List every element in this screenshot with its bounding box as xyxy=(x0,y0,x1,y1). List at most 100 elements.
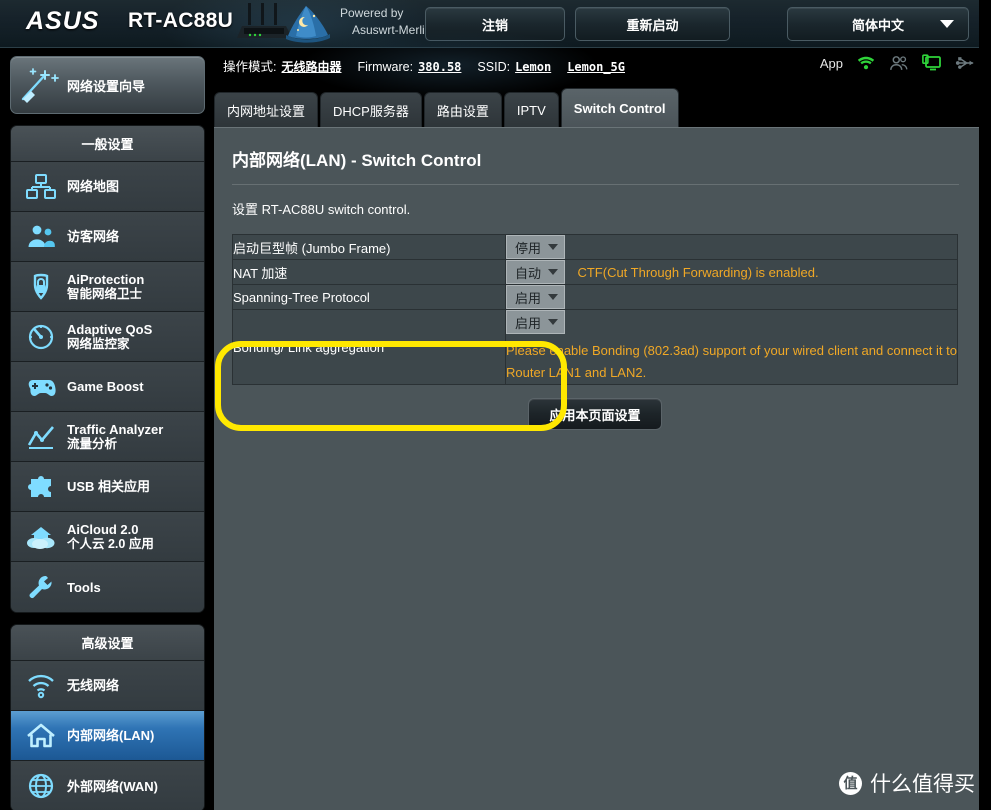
magic-wand-icon xyxy=(21,68,59,103)
apply-button[interactable]: 应用本页面设置 xyxy=(528,398,662,430)
sidebar-item-label: 外部网络(WAN) xyxy=(67,778,158,794)
sidebar-item-aicloud[interactable]: AiCloud 2.0 个人云 2.0 应用 xyxy=(11,512,204,562)
sidebar-item-network-map[interactable]: 网络地图 xyxy=(11,162,204,212)
operation-mode-label: 操作模式: xyxy=(223,60,277,74)
sidebar-item-label: 网络地图 xyxy=(67,179,120,194)
speedometer-icon xyxy=(21,320,61,354)
app-label[interactable]: App xyxy=(820,56,843,71)
firmware-version[interactable]: 380.58 xyxy=(418,60,461,74)
main-content: 内网地址设置 DHCP服务器 路由设置 IPTV Switch Control … xyxy=(214,83,979,810)
select-value: 停用 xyxy=(515,240,542,256)
bonding-select[interactable]: 启用 xyxy=(506,310,566,334)
sidebar-item-label-main: Traffic Analyzer xyxy=(67,421,164,437)
table-row-jumbo-frame: 启动巨型帧 (Jumbo Frame) 停用 xyxy=(232,234,958,260)
page-title: 内部网络(LAN) - Switch Control xyxy=(232,146,959,185)
chevron-down-icon xyxy=(940,20,954,28)
sidebar-item-label: Adaptive QoS 网络监控家 xyxy=(67,322,152,352)
select-value: 启用 xyxy=(515,290,542,306)
row-value: 启用 Please enable Bonding (802.3ad) suppo… xyxy=(506,310,958,385)
row-label: 启动巨型帧 (Jumbo Frame) xyxy=(232,234,506,260)
sidebar-group-general: 一般设置 网络地图 访客网络 AiProtection 智能网络卫士 Adapt… xyxy=(10,125,205,613)
sidebar-item-label-sub: 个人云 2.0 应用 xyxy=(67,536,154,551)
nat-acceleration-select[interactable]: 自动 xyxy=(506,260,566,284)
chevron-down-icon xyxy=(548,269,559,275)
usb-icon[interactable] xyxy=(955,54,975,72)
network-map-icon xyxy=(21,170,61,204)
watermark: 值 什么值得买 xyxy=(839,768,975,798)
sidebar-item-label-main: Adaptive QoS xyxy=(67,321,153,337)
router-admin-page: ASUS RT-AC88U Powered by As xyxy=(0,0,991,810)
spanning-tree-select[interactable]: 启用 xyxy=(506,285,566,309)
row-label: NAT 加速 xyxy=(232,259,506,285)
sidebar-item-network-wizard[interactable]: 网络设置向导 xyxy=(10,56,205,114)
cloud-home-icon xyxy=(21,520,61,554)
sidebar-group-advanced-header: 高级设置 xyxy=(11,625,204,661)
sidebar-item-lan[interactable]: 内部网络(LAN) xyxy=(11,711,204,761)
left-edge-mask xyxy=(0,48,10,810)
watermark-badge: 值 xyxy=(839,771,862,795)
row-value: 启用 xyxy=(506,285,958,310)
status-info-text: 操作模式: 无线路由器 Firmware: 380.58 SSID: Lemon… xyxy=(223,56,625,75)
language-selector-label: 简体中文 xyxy=(851,17,904,33)
tab-route[interactable]: 路由设置 xyxy=(423,92,502,127)
sidebar-item-guest-network[interactable]: 访客网络 xyxy=(11,212,204,262)
status-icon-tray: App xyxy=(820,54,975,72)
sidebar-item-traffic-analyzer[interactable]: Traffic Analyzer 流量分析 xyxy=(11,412,204,462)
ssid-5ghz[interactable]: Lemon_5G xyxy=(567,60,625,74)
tab-dhcp-server[interactable]: DHCP服务器 xyxy=(320,92,422,127)
watermark-text: 什么值得买 xyxy=(870,773,975,796)
row-value: 停用 xyxy=(506,235,958,260)
sidebar-item-label: AiCloud 2.0 个人云 2.0 应用 xyxy=(67,522,154,552)
sidebar-wizard-label: 网络设置向导 xyxy=(67,78,146,94)
select-value: 自动 xyxy=(515,265,542,281)
wrench-icon xyxy=(21,570,61,604)
apply-button-row: 应用本页面设置 xyxy=(232,398,958,430)
sidebar-item-label: USB 相关应用 xyxy=(67,479,151,494)
nat-acceleration-hint: CTF(Cut Through Forwarding) is enabled. xyxy=(577,264,819,280)
table-row-nat-acceleration: NAT 加速 自动 CTF(Cut Through Forwarding) is… xyxy=(232,259,958,285)
sidebar-item-aiprotection[interactable]: AiProtection 智能网络卫士 xyxy=(11,262,204,312)
tab-switch-control[interactable]: Switch Control xyxy=(560,88,679,127)
wifi-icon[interactable] xyxy=(856,54,876,72)
sidebar-item-wireless[interactable]: 无线网络 xyxy=(11,661,204,711)
language-selector[interactable]: 简体中文 xyxy=(787,7,969,41)
sidebar-item-game-boost[interactable]: Game Boost xyxy=(11,362,204,412)
globe-icon xyxy=(21,769,61,803)
sidebar-group-advanced: 高级设置 无线网络 内部网络(LAN) 外部网络(WAN) xyxy=(10,624,205,810)
firmware-label: Firmware: xyxy=(357,60,414,74)
tab-lan-ip[interactable]: 内网地址设置 xyxy=(214,92,319,127)
sidebar-group-general-header: 一般设置 xyxy=(11,126,204,162)
jumbo-frame-select[interactable]: 停用 xyxy=(506,235,566,259)
sidebar-item-wan[interactable]: 外部网络(WAN) xyxy=(11,761,204,810)
ssid-24ghz[interactable]: Lemon xyxy=(515,60,551,74)
sidebar-item-label-sub: 流量分析 xyxy=(67,436,118,451)
connected-clients-icon[interactable] xyxy=(922,54,942,72)
home-icon xyxy=(21,719,61,753)
gamepad-icon xyxy=(21,370,61,404)
sidebar: 网络设置向导 一般设置 网络地图 访客网络 AiProtection 智能网络卫… xyxy=(10,56,205,810)
table-row-spanning-tree: Spanning-Tree Protocol 启用 xyxy=(232,284,958,310)
tab-bar: 内网地址设置 DHCP服务器 路由设置 IPTV Switch Control xyxy=(214,88,681,127)
sidebar-item-usb-application[interactable]: USB 相关应用 xyxy=(11,462,204,512)
sidebar-item-label: 无线网络 xyxy=(67,678,120,693)
switch-control-settings-table: 启动巨型帧 (Jumbo Frame) 停用 NAT 加速 自动 CTF(Cut… xyxy=(232,234,958,385)
guest-network-icon xyxy=(21,220,61,254)
tab-iptv[interactable]: IPTV xyxy=(503,92,559,127)
asus-logo: ASUS xyxy=(26,7,100,35)
guest-users-icon[interactable] xyxy=(889,54,909,72)
bonding-hint: Please enable Bonding (802.3ad) support … xyxy=(506,343,957,380)
shield-lock-icon xyxy=(21,270,61,304)
puzzle-piece-icon xyxy=(21,470,61,504)
sidebar-item-adaptive-qos[interactable]: Adaptive QoS 网络监控家 xyxy=(11,312,204,362)
chart-line-icon xyxy=(21,420,61,454)
chevron-down-icon xyxy=(548,319,559,325)
sidebar-item-label-main: AiProtection xyxy=(67,271,145,287)
sidebar-item-tools[interactable]: Tools xyxy=(11,562,204,612)
chevron-down-icon xyxy=(548,294,559,300)
operation-mode-value[interactable]: 无线路由器 xyxy=(281,58,341,75)
sidebar-item-label: Traffic Analyzer 流量分析 xyxy=(67,422,163,452)
page-description: 设置 RT-AC88U switch control. xyxy=(232,202,411,217)
sidebar-item-label: 访客网络 xyxy=(67,229,120,244)
router-model-name: RT-AC88U xyxy=(128,9,234,32)
sidebar-gutter-mask xyxy=(205,83,214,810)
